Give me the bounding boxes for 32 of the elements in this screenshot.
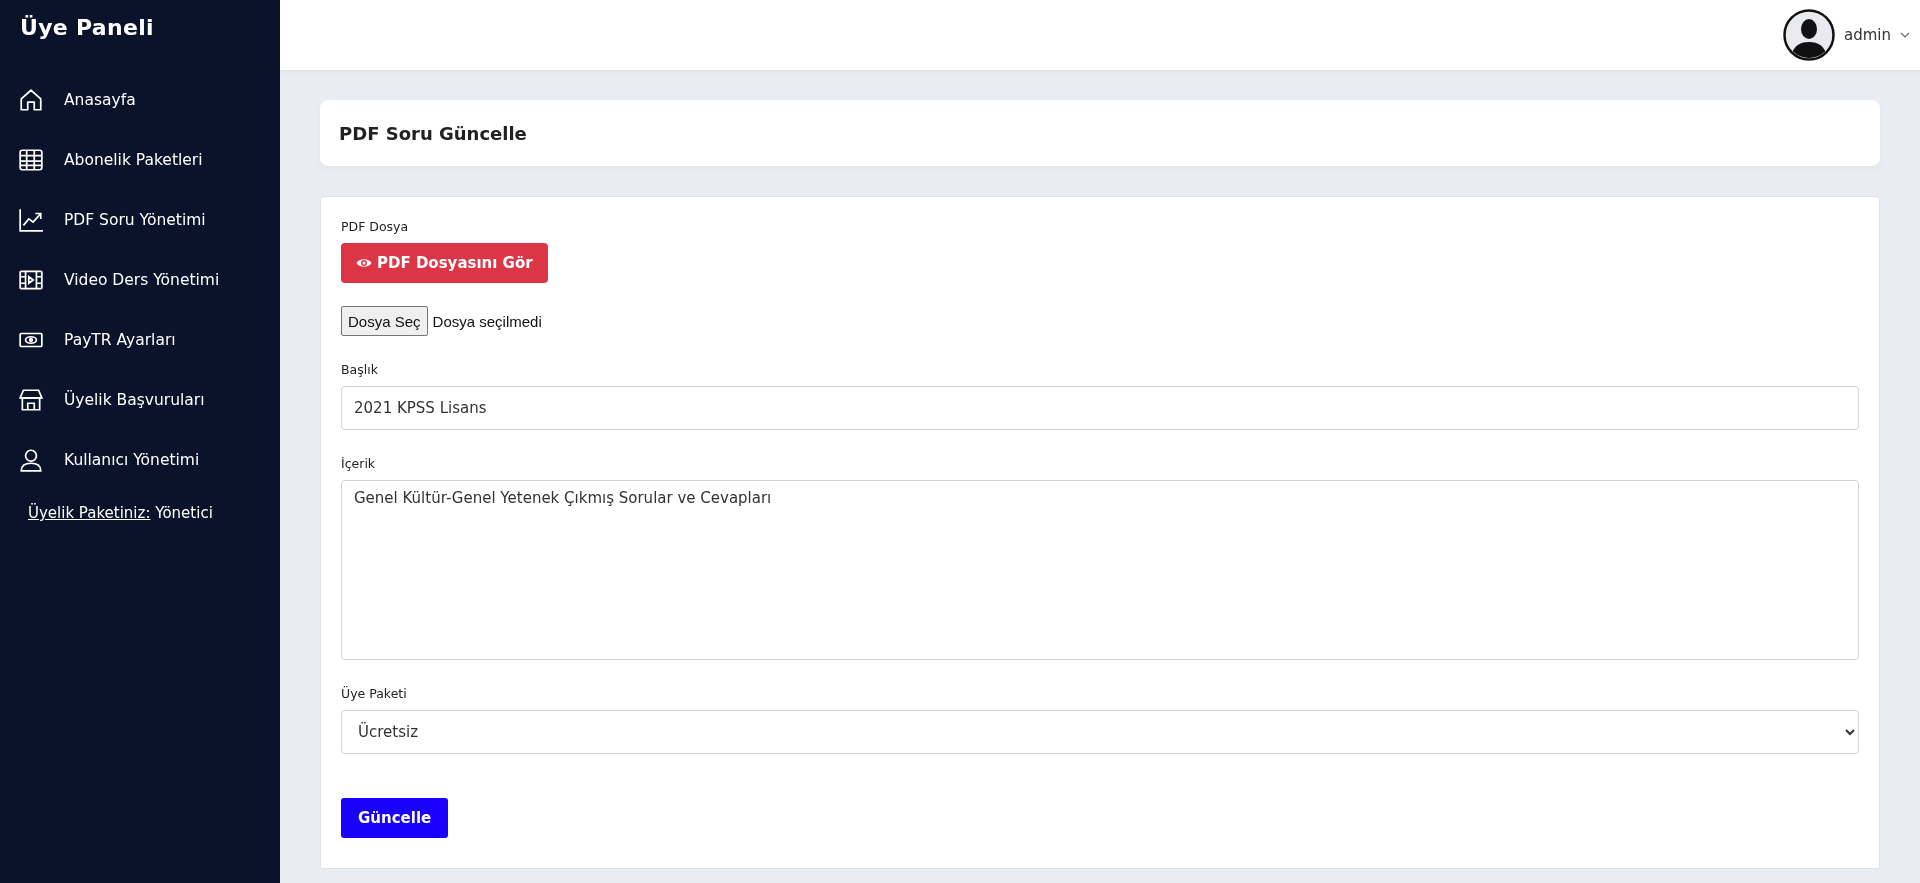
sidebar-item[interactable]: Anasayfa xyxy=(0,70,280,130)
page-title: PDF Soru Güncelle xyxy=(339,122,527,144)
package-select[interactable]: Ücretsiz xyxy=(341,710,1859,754)
user-icon xyxy=(18,447,44,473)
update-button[interactable]: Güncelle xyxy=(341,798,449,838)
sidebar-item[interactable]: Video Ders Yönetimi xyxy=(0,250,280,310)
user-menu[interactable]: admin xyxy=(1783,9,1910,61)
sidebar-item[interactable]: PayTR Ayarları xyxy=(0,310,280,370)
field-label: Üye Paketi xyxy=(341,686,407,701)
content-textarea[interactable]: Genel Kültür-Genel Yetenek Çıkmış Sorular ve Cevapları xyxy=(341,480,1859,660)
avatar-icon xyxy=(1783,9,1835,61)
grid-icon xyxy=(18,147,44,173)
membership-value: Yönetici xyxy=(155,504,213,522)
video-icon xyxy=(18,267,44,293)
title-input[interactable]: 2021 KPSS Lisans xyxy=(341,386,1859,430)
file-status: Dosya seçilmedi xyxy=(432,312,542,330)
sidebar-item[interactable]: Üyelik Başvuruları xyxy=(0,370,280,430)
sidebar-item[interactable]: Kullanıcı Yönetimi xyxy=(0,430,280,490)
caret-icon xyxy=(1900,32,1910,38)
field-label: İçerik xyxy=(341,456,376,471)
eye-icon xyxy=(356,257,372,269)
trend-chart-icon xyxy=(18,207,44,233)
field-label: Başlık xyxy=(341,362,378,377)
choose-file-button[interactable]: Dosya Seç xyxy=(341,306,428,336)
store-icon xyxy=(18,387,44,413)
app-title: Üye Paneli xyxy=(19,13,155,42)
home-icon xyxy=(18,87,44,113)
field-label: PDF Dosya xyxy=(341,219,409,234)
view-pdf-button[interactable]: PDF Dosyasını Gör xyxy=(341,243,548,283)
sidebar-item[interactable]: Abonelik Paketleri xyxy=(0,130,280,190)
membership-label: Üyelik Paketiniz: xyxy=(28,504,151,522)
sidebar-item[interactable]: PDF Soru Yönetimi xyxy=(0,190,280,250)
